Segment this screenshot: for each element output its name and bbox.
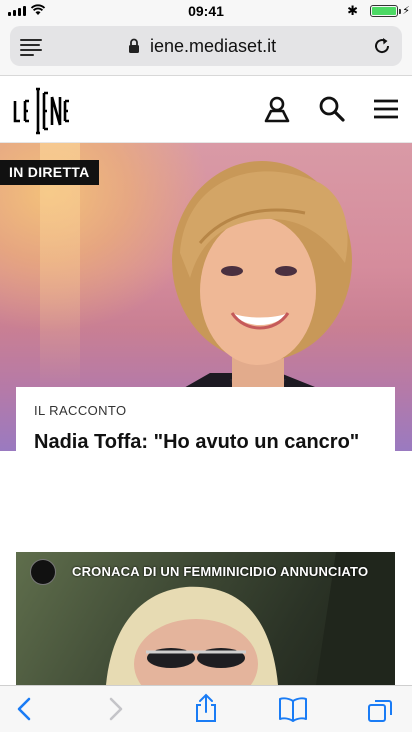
reader-menu-icon[interactable] <box>20 39 42 59</box>
tabs-icon[interactable] <box>366 696 394 724</box>
forward-icon[interactable] <box>104 696 126 722</box>
share-icon[interactable] <box>193 693 219 723</box>
status-bar: 09:41 ✱ ⚡ <box>0 0 412 22</box>
user-icon[interactable] <box>263 95 291 123</box>
bolt-icon: ⚡ <box>402 5 410 17</box>
article-banner: CRONACA DI UN FEMMINICIDIO ANNUNCIATO <box>72 564 369 579</box>
live-badge: IN DIRETTA <box>0 160 99 185</box>
reload-icon[interactable] <box>372 36 392 56</box>
bluetooth-icon: ✱ <box>347 3 358 18</box>
article-headline[interactable]: Nadia Toffa: "Ho avuto un cancro" <box>34 427 377 457</box>
article-thumbnail[interactable]: CRONACA DI UN FEMMINICIDIO ANNUNCIATO <box>16 552 395 685</box>
browser-url-area: iene.mediaset.it <box>0 22 412 76</box>
le-iene-logo[interactable] <box>12 85 72 137</box>
browser-frame: 09:41 ✱ ⚡ iene.mediaset.it IN DIRETTA IL… <box>0 0 412 732</box>
lock-icon <box>129 38 139 53</box>
battery-icon <box>370 5 398 17</box>
back-icon[interactable] <box>14 696 36 722</box>
search-icon[interactable] <box>318 95 346 123</box>
hamburger-menu-icon[interactable] <box>372 95 400 123</box>
browser-toolbar <box>0 685 412 732</box>
url-text: iene.mediaset.it <box>150 36 277 56</box>
article-kicker: IL RACCONTO <box>34 403 127 418</box>
site-header <box>0 77 412 143</box>
battery-tip <box>399 9 401 14</box>
address-bar[interactable]: iene.mediaset.it <box>10 26 402 66</box>
hero-caption-card[interactable]: IL RACCONTO Nadia Toffa: "Ho avuto un ca… <box>16 387 395 507</box>
bookmarks-icon[interactable] <box>278 696 308 722</box>
